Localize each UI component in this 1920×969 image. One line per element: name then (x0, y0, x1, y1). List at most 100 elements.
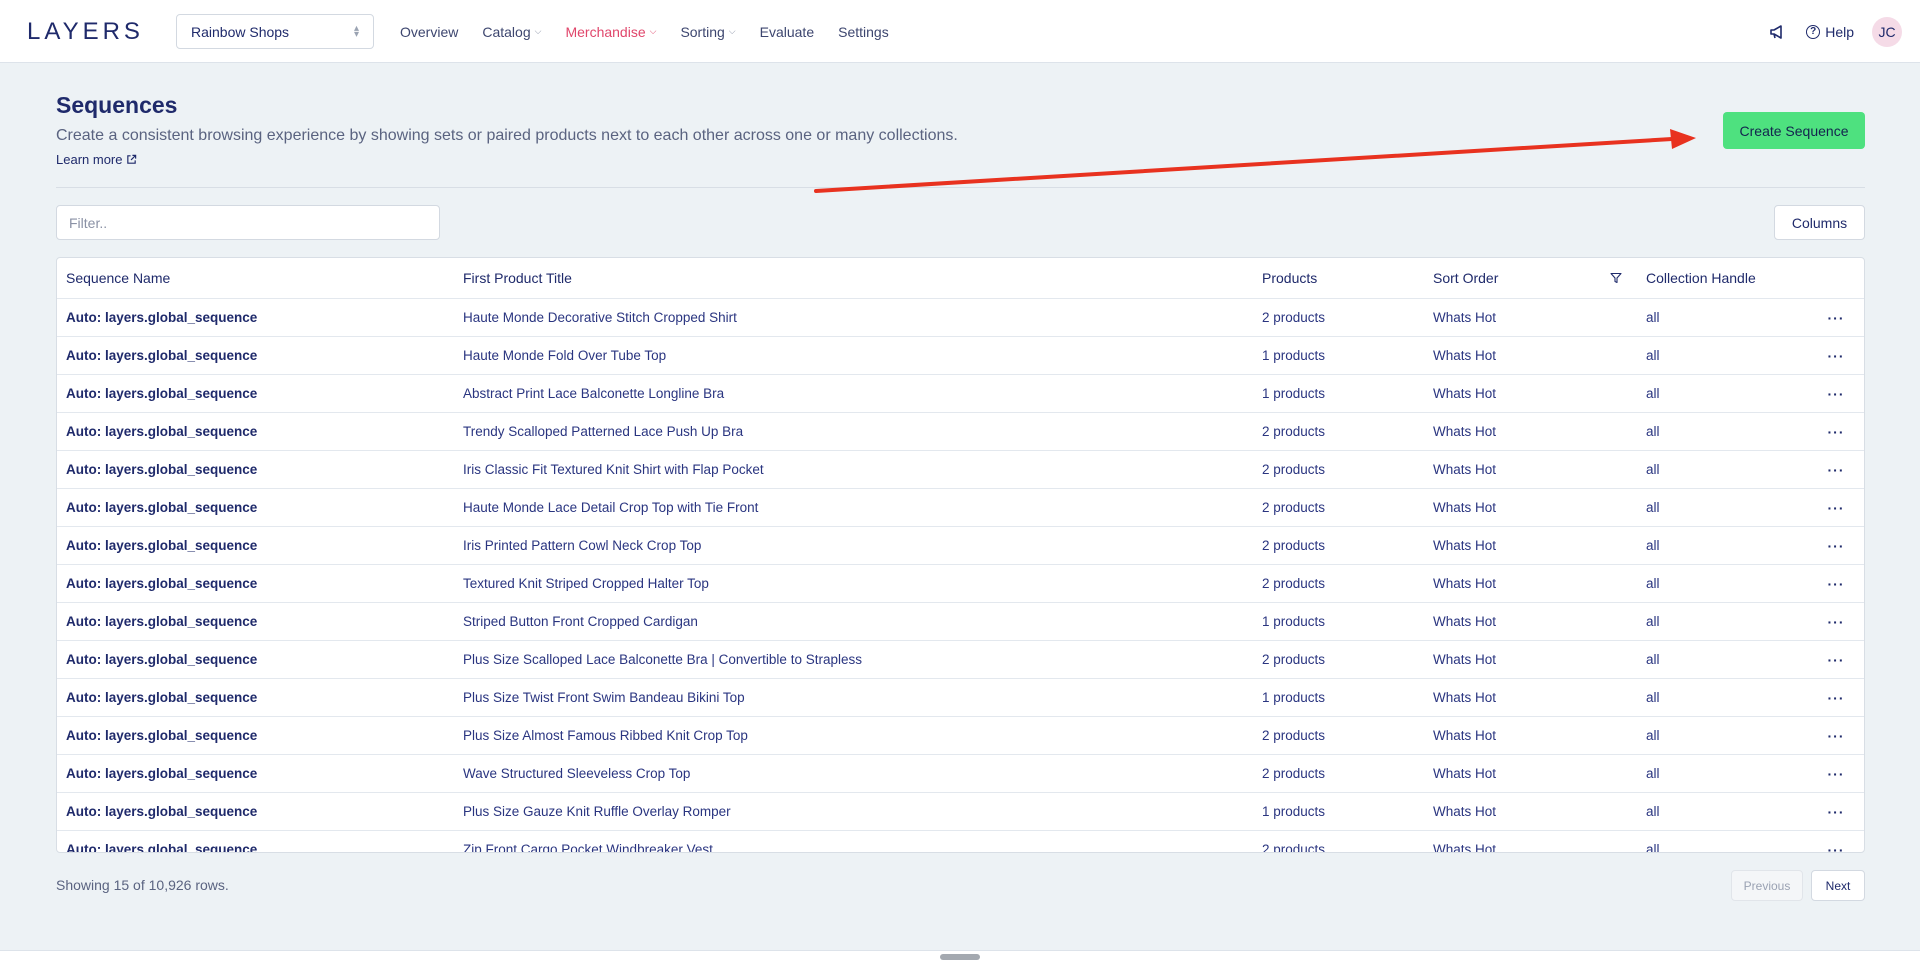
header-sort-order[interactable]: Sort Order (1424, 258, 1637, 299)
learn-more-link[interactable]: Learn more (56, 152, 137, 167)
window-resize-handle[interactable] (940, 954, 980, 960)
sort-order-cell: Whats Hot (1424, 450, 1637, 489)
sequence-name-cell[interactable]: Auto: layers.global_sequence (57, 831, 454, 852)
header-first-product-title[interactable]: First Product Title (454, 258, 1253, 299)
products-count-cell: 2 products (1253, 564, 1424, 603)
nav-item-overview[interactable]: Overview (400, 24, 458, 40)
nav-item-sorting[interactable]: Sorting ⌵ (680, 24, 735, 40)
previous-page-button[interactable]: Previous (1731, 870, 1803, 901)
products-count-cell: 1 products (1253, 336, 1424, 375)
products-count-cell: 1 products (1253, 374, 1424, 413)
row-actions-menu-icon[interactable]: ··· (1808, 412, 1864, 451)
collection-handle-cell: all (1637, 716, 1808, 755)
columns-button[interactable]: Columns (1774, 205, 1865, 240)
sequence-name-cell[interactable]: Auto: layers.global_sequence (57, 716, 454, 755)
sort-order-cell: Whats Hot (1424, 374, 1637, 413)
row-actions-menu-icon[interactable]: ··· (1808, 754, 1864, 793)
products-count-cell: 2 products (1253, 754, 1424, 793)
header-products[interactable]: Products (1253, 258, 1424, 299)
table-row[interactable]: Auto: layers.global_sequence Abstract Pri… (57, 374, 1864, 413)
products-count-cell: 1 products (1253, 678, 1424, 717)
sequence-name-cell[interactable]: Auto: layers.global_sequence (57, 488, 454, 527)
header-sort-order-label: Sort Order (1433, 270, 1499, 286)
sequence-name-cell[interactable]: Auto: layers.global_sequence (57, 336, 454, 375)
first-product-title-cell: Zip Front Cargo Pocket Windbreaker Vest (463, 842, 713, 853)
first-product-title-cell: Wave Structured Sleeveless Crop Top (454, 754, 1253, 793)
row-actions-menu-icon[interactable]: ··· (1808, 526, 1864, 565)
nav-item-settings[interactable]: Settings (838, 24, 889, 40)
shop-selector[interactable]: Rainbow Shops ▴ ▾ (176, 14, 374, 49)
collection-handle-cell: all (1637, 792, 1808, 831)
sequence-name-cell[interactable]: Auto: layers.global_sequence (57, 374, 454, 413)
table-row[interactable]: Auto: layers.global_sequence Haute Monde … (57, 336, 1864, 375)
first-product-title-cell: Trendy Scalloped Patterned Lace Push Up … (454, 412, 1253, 451)
page-description: Create a consistent browsing experience … (56, 127, 958, 144)
collection-handle-cell: all (1637, 754, 1808, 793)
table-row[interactable]: Auto: layers.global_sequence Textured Kni… (57, 564, 1864, 603)
products-count-cell: 1 products (1253, 602, 1424, 641)
collection-handle-cell: all (1637, 374, 1808, 413)
table-row[interactable]: Auto: layers.global_sequence Trendy Scall… (57, 412, 1864, 451)
sequence-name-cell[interactable]: Auto: layers.global_sequence (57, 792, 454, 831)
help-label: Help (1825, 23, 1854, 40)
table-row[interactable]: Auto: layers.global_sequence Plus Size Sc… (57, 640, 1864, 679)
first-product-title-cell: Textured Knit Striped Cropped Halter Top (454, 564, 1253, 603)
table-row[interactable]: Auto: layers.global_sequence Wave Structu… (57, 754, 1864, 793)
collection-handle-cell: all (1637, 640, 1808, 679)
next-page-button[interactable]: Next (1811, 870, 1865, 901)
filter-funnel-icon[interactable] (1610, 272, 1622, 284)
row-actions-menu-icon[interactable]: ··· (1808, 678, 1864, 717)
nav-item-merchandise[interactable]: Merchandise ⌵ (565, 24, 656, 40)
row-actions-menu-icon[interactable]: ··· (1808, 450, 1864, 489)
table-row[interactable]: Auto: layers.global_sequence Haute Monde … (57, 488, 1864, 527)
products-count-cell: 2 products (1253, 412, 1424, 451)
nav-item-evaluate[interactable]: Evaluate (760, 24, 814, 40)
create-sequence-button[interactable]: Create Sequence (1723, 112, 1865, 149)
row-actions-menu-icon[interactable]: ··· (1808, 298, 1864, 337)
row-actions-menu-icon[interactable]: ··· (1808, 716, 1864, 755)
first-product-title-cell: Plus Size Gauze Knit Ruffle Overlay Romp… (454, 792, 1253, 831)
sequence-name-cell[interactable]: Auto: layers.global_sequence (57, 678, 454, 717)
nav-item-catalog[interactable]: Catalog ⌵ (482, 24, 541, 40)
collection-handle-cell: all (1637, 298, 1808, 337)
table-row[interactable]: Auto: layers.global_sequence Haute Monde … (57, 298, 1864, 337)
row-actions-menu-icon[interactable]: ··· (1808, 564, 1864, 603)
sequence-name-cell[interactable]: Auto: layers.global_sequence (57, 640, 454, 679)
sequence-name-cell[interactable]: Auto: layers.global_sequence (57, 754, 454, 793)
header-menu-spacer (1808, 258, 1864, 299)
help-link[interactable]: ? Help (1806, 24, 1854, 40)
table-row[interactable]: Auto: layers.global_sequence Striped Butt… (57, 602, 1864, 641)
sequence-name-cell[interactable]: Auto: layers.global_sequence (57, 298, 454, 337)
user-avatar[interactable]: JC (1872, 16, 1902, 47)
filter-input[interactable] (56, 205, 440, 240)
sequence-name-cell[interactable]: Auto: layers.global_sequence (57, 450, 454, 489)
row-actions-menu-icon[interactable]: ··· (1808, 488, 1864, 527)
sort-order-cell: Whats Hot (1424, 526, 1637, 565)
sequence-name-cell[interactable]: Auto: layers.global_sequence (57, 564, 454, 603)
row-actions-menu-icon[interactable]: ··· (1808, 374, 1864, 413)
sequence-name-cell[interactable]: Auto: layers.global_sequence (57, 412, 454, 451)
first-product-title-cell: Plus Size Twist Front Swim Bandeau Bikin… (454, 678, 1253, 717)
updown-chevron-icon: ▴ ▾ (353, 22, 359, 40)
sequence-name-cell[interactable]: Auto: layers.global_sequence (57, 602, 454, 641)
table-row[interactable]: Auto: layers.global_sequence Plus Size Ga… (57, 792, 1864, 831)
row-actions-menu-icon[interactable]: ··· (1808, 640, 1864, 679)
main-nav: Overview Catalog ⌵ Merchandise ⌵ Sorting ⌵ Eval… (400, 0, 889, 63)
first-product-title-cell: Plus Size Scalloped Lace Balconette Bra … (454, 640, 1253, 679)
row-actions-menu-icon[interactable]: ··· (1808, 602, 1864, 641)
header-collection-handle[interactable]: Collection Handle (1637, 258, 1808, 299)
table-row[interactable]: Auto: layers.global_sequence Iris Printed… (57, 526, 1864, 565)
row-actions-menu-icon[interactable]: ··· (1808, 831, 1864, 853)
table-row[interactable]: Auto: layers.global_sequence Zip Front Ca… (57, 831, 1864, 853)
products-count-cell: 2 products (1253, 526, 1424, 565)
row-actions-menu-icon[interactable]: ··· (1808, 792, 1864, 831)
table-row[interactable]: Auto: layers.global_sequence Plus Size Al… (57, 716, 1864, 755)
row-actions-menu-icon[interactable]: ··· (1808, 336, 1864, 375)
layers-logo[interactable]: LAYERS (27, 18, 144, 46)
header-sequence-name[interactable]: Sequence Name (57, 258, 454, 299)
sort-order-cell: Whats Hot (1424, 412, 1637, 451)
table-row[interactable]: Auto: layers.global_sequence Plus Size Tw… (57, 678, 1864, 717)
sequence-name-cell[interactable]: Auto: layers.global_sequence (57, 526, 454, 565)
table-row[interactable]: Auto: layers.global_sequence Iris Classic… (57, 450, 1864, 489)
megaphone-icon[interactable] (1768, 22, 1788, 42)
